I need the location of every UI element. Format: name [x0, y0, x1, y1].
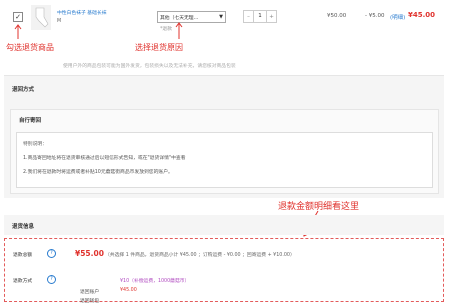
- refund-method-label: 退款方式: [13, 279, 33, 284]
- product-thumbnail: [31, 5, 51, 30]
- chevron-down-icon: ▼: [219, 14, 223, 20]
- item-checkbox[interactable]: ✓: [13, 12, 23, 22]
- refund-info-title: 退货信息: [12, 224, 35, 230]
- shipping-note: 使用户外的商品包装可能为国外发货，包装损失以及无法补充，请您核对商品包装: [63, 64, 236, 69]
- return-reason-value: 其他（七天无理…: [160, 15, 199, 21]
- quantity-stepper[interactable]: – 1 +: [243, 10, 277, 23]
- help-icon[interactable]: ?: [47, 275, 56, 284]
- return-option-label: 自行寄回: [19, 118, 42, 124]
- help-icon[interactable]: ?: [47, 249, 56, 258]
- annotation-arrow-middle: [175, 22, 183, 44]
- notes-title: 特别说明：: [23, 142, 47, 147]
- refund-total-label: 退款总额: [13, 253, 33, 258]
- return-method-section: 退回方式 自行寄回 特别说明： 1.商品寄回地址将在退货审核通过后以短信形式告知…: [4, 75, 444, 198]
- refund-account-label: 退回账户: [80, 290, 100, 295]
- qty-value[interactable]: 1: [253, 11, 267, 22]
- unit-price: ¥50.00: [327, 13, 347, 19]
- discount-value: - ¥5.00: [365, 13, 385, 19]
- product-size: M: [57, 19, 62, 24]
- annotation-select-goods: 勾选退货商品: [6, 43, 54, 52]
- note-1: 1.商品寄回地址将在退货审核通过后以短信形式告知，或在"退货详情"中查看: [23, 156, 186, 161]
- refund-detail-box: 退款总额 ? ¥55.00 （共选择 1 件商品，退货商品小计 ¥45.00 ；…: [4, 238, 444, 304]
- qty-minus-button[interactable]: –: [244, 14, 253, 20]
- item-subtotal: ¥45.00: [408, 11, 436, 19]
- select-note: *退款: [160, 27, 172, 32]
- qty-plus-button[interactable]: +: [267, 14, 276, 20]
- discount-detail-link[interactable]: (明细): [390, 13, 405, 21]
- return-option-box[interactable]: 自行寄回 特别说明： 1.商品寄回地址将在退货审核通过后以短信形式告知，或在"退…: [10, 109, 439, 194]
- refund-account-value: ¥45.00: [120, 288, 137, 293]
- product-name[interactable]: 中性白色袜子 基础长袜: [57, 9, 107, 16]
- note-2: 2.我们将在退款时将运费或者补贴10元蘑菇街商品币发放到您的账户。: [23, 170, 173, 175]
- refund-method-value: ¥10（补偿运费，1000蘑菇币）: [120, 279, 190, 284]
- return-notes-box: 特别说明： 1.商品寄回地址将在退货审核通过后以短信形式告知，或在"退货详情"中…: [16, 132, 433, 188]
- return-reason-select[interactable]: 其他（七天无理… ▼: [157, 11, 226, 23]
- refund-info-header: 退货信息: [4, 215, 444, 235]
- refund-wallet-label: 退回钱包: [80, 299, 100, 304]
- annotation-select-reason: 选择退货原因: [135, 43, 183, 52]
- annotation-arrow-left: [14, 24, 22, 44]
- refund-total-breakdown: （共选择 1 件商品，退货商品小计 ¥45.00 ；订购运费 - ¥0.00 ；…: [105, 253, 295, 258]
- return-method-title: 退回方式: [12, 87, 35, 93]
- refund-total-amount: ¥55.00: [75, 249, 104, 258]
